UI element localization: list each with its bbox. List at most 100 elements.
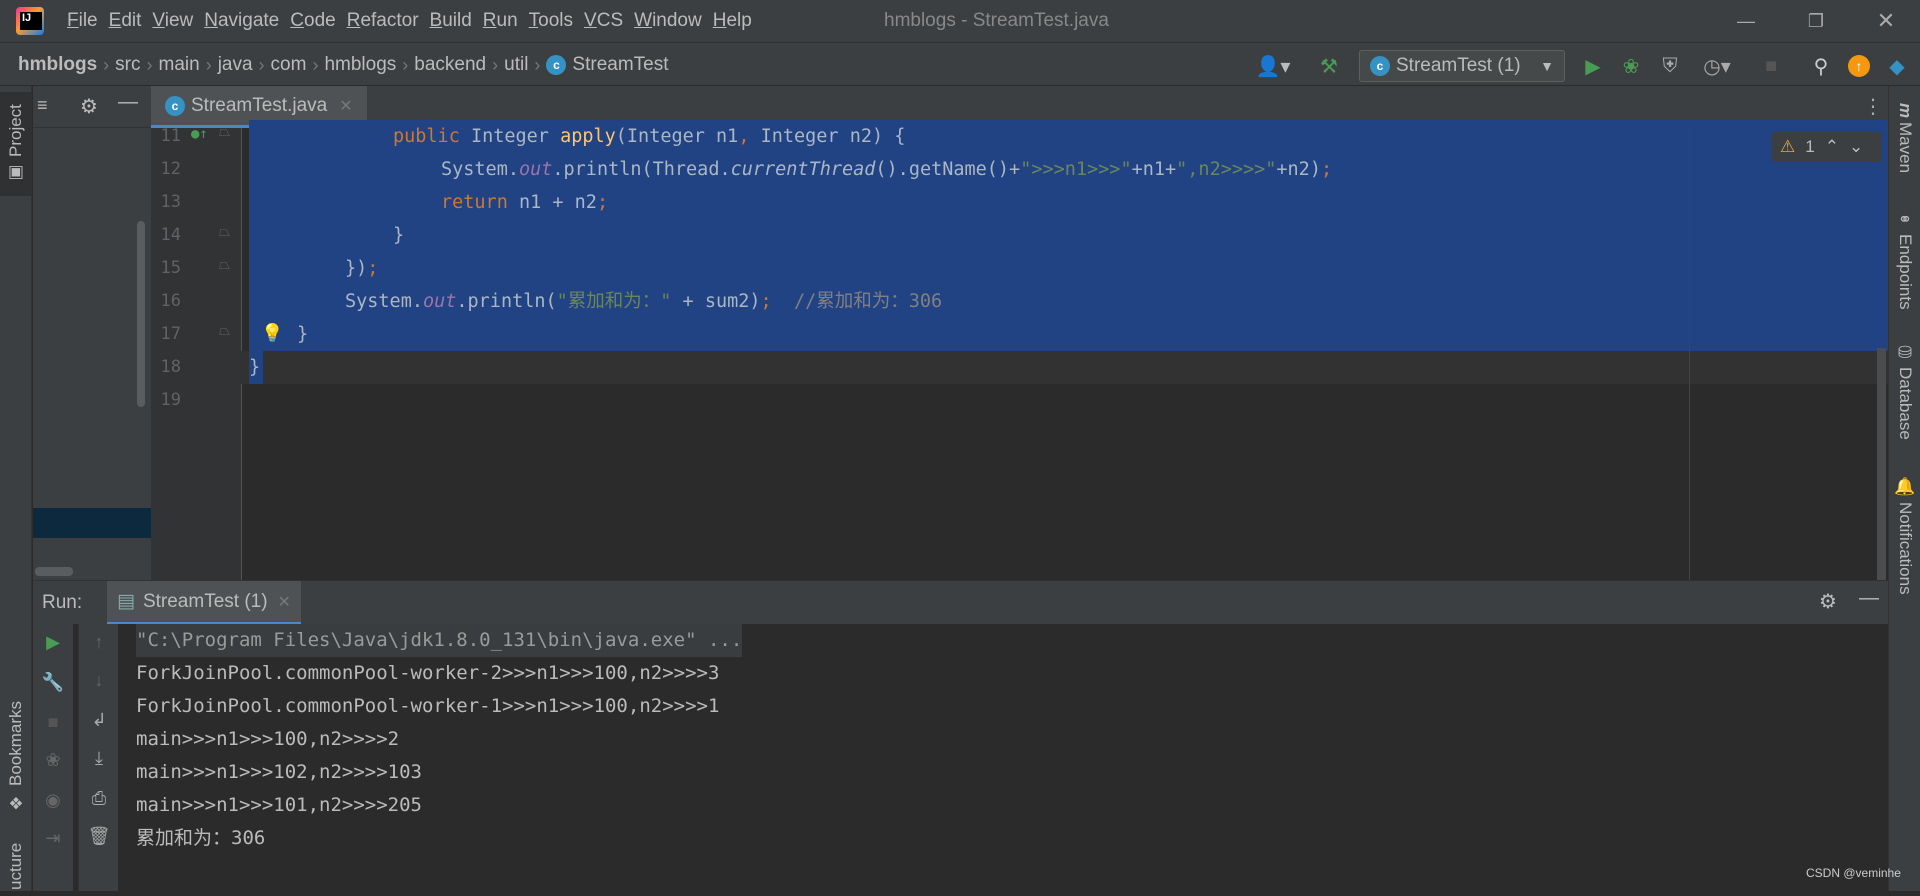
close-tab-icon[interactable]: ✕	[278, 592, 291, 612]
chevron-up-icon[interactable]: ⌃	[1825, 137, 1839, 157]
breadcrumb-item[interactable]: hmblogs	[324, 54, 396, 76]
search-icon[interactable]: ⚲	[1808, 53, 1834, 79]
maven-tool-tab[interactable]: m Maven	[1889, 90, 1920, 186]
run-panel-header: Run: ▤ StreamTest (1) ✕ ⚙ —	[33, 580, 1888, 625]
stop-icon[interactable]: ■	[1758, 53, 1784, 79]
project-tool-tab[interactable]: ▣ Project	[0, 92, 32, 196]
endpoints-tab-label: Endpoints	[1896, 234, 1915, 310]
menu-build[interactable]: Build	[430, 0, 483, 42]
user-icon[interactable]: 👤▾	[1253, 53, 1293, 79]
scrollbar[interactable]	[1877, 348, 1886, 580]
breadcrumb-item[interactable]: src	[115, 54, 140, 76]
menu-tools[interactable]: Tools	[529, 0, 584, 42]
scrollbar[interactable]	[137, 221, 145, 407]
chevron-down-icon[interactable]: ⌄	[1849, 137, 1863, 157]
notifications-tool-tab[interactable]: 🔔 Notifications	[1889, 466, 1920, 606]
breadcrumb-item[interactable]: StreamTest	[572, 54, 668, 76]
menu-navigate[interactable]: Navigate	[204, 0, 290, 42]
run-tab-label: StreamTest (1)	[142, 590, 268, 612]
left-tool-strip: ▣ Project ❖ Bookmarks ucture	[0, 86, 32, 891]
selection-highlight	[249, 318, 1888, 351]
gear-icon[interactable]: ⚙	[80, 94, 98, 119]
breadcrumb-item[interactable]: com	[271, 54, 307, 76]
login-icon[interactable]: ⇥	[39, 828, 67, 849]
selected-tree-row[interactable]	[33, 508, 151, 538]
menu-help[interactable]: Help	[713, 0, 763, 42]
wrench-icon[interactable]: 🔧	[39, 672, 67, 693]
menu-code[interactable]: Code	[290, 0, 346, 42]
horizontal-scrollbar[interactable]	[35, 567, 73, 576]
structure-tool-tab[interactable]: ucture	[0, 836, 32, 896]
run-config-selector[interactable]: c StreamTest (1) ▼	[1359, 50, 1565, 82]
debug-icon[interactable]: ❀	[39, 750, 67, 771]
gear-icon[interactable]: ⚙	[1819, 589, 1837, 614]
menu-edit[interactable]: Edit	[109, 0, 153, 42]
more-icon[interactable]: ⋮	[1863, 94, 1883, 119]
coverage-icon[interactable]: ⛨	[1657, 53, 1683, 79]
fold-icon[interactable]: ⏢	[219, 124, 230, 140]
camera-icon[interactable]: ◉	[39, 790, 67, 811]
trash-icon[interactable]: 🗑	[85, 826, 113, 847]
run-icon[interactable]: ▶	[1580, 53, 1606, 79]
inspection-widget[interactable]: ⚠ 1 ⌃ ⌄	[1772, 132, 1882, 162]
debug-icon[interactable]: ❀	[1618, 53, 1644, 79]
run-tab-streamtest[interactable]: ▤ StreamTest (1) ✕	[107, 581, 301, 625]
project-panel-toolbar: ≡ ⚙ —	[33, 86, 151, 128]
close-icon[interactable]: ✕	[1856, 0, 1916, 42]
hide-panel-icon[interactable]: —	[118, 91, 138, 114]
menu-view[interactable]: View	[152, 0, 204, 42]
fold-icon[interactable]: ⏢	[219, 257, 230, 273]
arrow-up-icon[interactable]: ↑	[85, 632, 113, 653]
profiler-icon[interactable]: ◷▾	[1697, 53, 1737, 79]
console-line: ForkJoinPool.commonPool-worker-1>>>n1>>>…	[136, 695, 720, 717]
run-toolbar-primary: ▶ 🔧 ■ ❀ ◉ ⇥	[33, 624, 73, 891]
fold-icon[interactable]: ⏢	[219, 224, 230, 240]
rerun-icon[interactable]: ▶	[39, 632, 67, 653]
breadcrumb-item[interactable]: hmblogs	[18, 54, 97, 76]
class-icon: c	[546, 55, 567, 75]
run-toolbar-secondary: ↑ ↓ ↲ ⤓ ⎙ 🗑	[78, 624, 118, 891]
menu-run[interactable]: Run	[483, 0, 529, 42]
selection-highlight	[249, 219, 1888, 252]
minimize-icon[interactable]: —	[1716, 0, 1776, 42]
soft-wrap-icon[interactable]: ↲	[85, 710, 113, 731]
chevron-right-icon: ›	[312, 54, 319, 75]
breadcrumb-item[interactable]: util	[504, 54, 528, 76]
breadcrumb-item[interactable]: java	[218, 54, 253, 76]
line-number: 11	[160, 126, 181, 146]
breadcrumb-item[interactable]: backend	[414, 54, 486, 76]
collapse-all-icon[interactable]: ≡	[37, 95, 48, 116]
line-number: 18	[160, 357, 181, 377]
update-icon[interactable]: ↑	[1846, 53, 1872, 79]
menu-refactor[interactable]: Refactor	[347, 0, 430, 42]
console-line: main>>>n1>>>100,n2>>>>2	[136, 728, 400, 750]
project-panel: ≡ ⚙ —	[33, 86, 151, 580]
code-editor[interactable]: 11 12 13 14 15 16 17 18 19 ●↑ ⏢ ⏢ ⏢ ⏢ 💡 …	[151, 120, 1888, 580]
breadcrumb: hmblogs › src › main › java › com › hmblogs › …	[18, 43, 673, 87]
line-number: 16	[160, 291, 181, 311]
endpoints-tool-tab[interactable]: ⚭ Endpoints	[1889, 204, 1920, 316]
menu-window[interactable]: Window	[634, 0, 713, 42]
menu-vcs[interactable]: VCS	[584, 0, 634, 42]
hide-panel-icon[interactable]: —	[1859, 587, 1879, 610]
bell-icon: 🔔	[1896, 477, 1915, 499]
scroll-to-end-icon[interactable]: ⤓	[85, 748, 113, 769]
code-line: System.out.println("累加和为：" + sum2); //累加…	[345, 291, 943, 312]
stop-icon[interactable]: ■	[39, 712, 67, 733]
breadcrumb-item[interactable]: main	[159, 54, 200, 76]
jetbrains-icon[interactable]: ◆	[1884, 53, 1910, 79]
print-icon[interactable]: ⎙	[85, 788, 113, 809]
lightbulb-icon[interactable]: 💡	[261, 323, 283, 344]
main-menu: File Edit View Navigate Code Refactor Bu…	[67, 0, 763, 42]
arrow-down-icon[interactable]: ↓	[85, 670, 113, 691]
warning-count: 1	[1805, 137, 1815, 156]
menu-file[interactable]: File	[67, 0, 109, 42]
implements-method-icon[interactable]: ●↑	[191, 126, 208, 142]
console-output[interactable]: "C:\Program Files\Java\jdk1.8.0_131\bin\…	[118, 624, 1888, 891]
restore-icon[interactable]: ❐	[1786, 0, 1846, 42]
bookmarks-tool-tab[interactable]: ❖ Bookmarks	[0, 696, 32, 816]
build-hammer-icon[interactable]: ⚒	[1316, 53, 1342, 79]
close-tab-icon[interactable]: ✕	[339, 96, 352, 116]
fold-icon[interactable]: ⏢	[219, 323, 230, 339]
database-tool-tab[interactable]: ⛁ Database	[1889, 336, 1920, 446]
